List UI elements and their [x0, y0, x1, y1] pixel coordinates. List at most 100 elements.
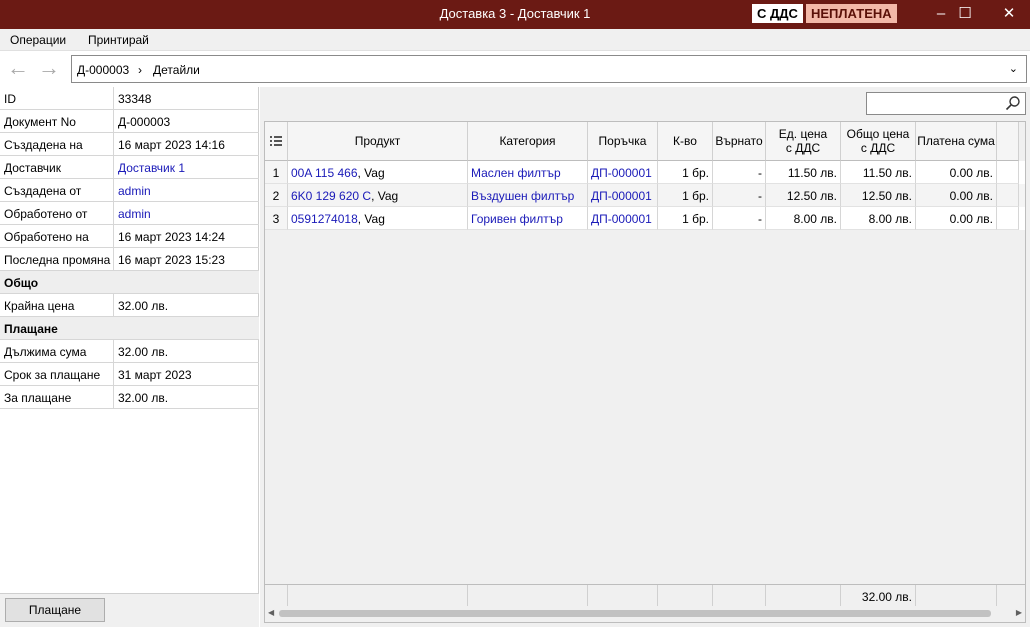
prop-row-due-amount: Дължима сума 32.00 лв. [0, 340, 259, 363]
left-footer: Плащане [0, 593, 259, 627]
header-qty[interactable]: К-во [658, 122, 713, 161]
section-title: Плащане [4, 322, 58, 336]
column-list-icon[interactable] [270, 135, 282, 147]
header-line: Общо цена [846, 127, 910, 141]
extra-cell [997, 184, 1019, 207]
prop-row-payment-term: Срок за плащане 31 март 2023 [0, 363, 259, 386]
prop-value: 32.00 лв. [118, 345, 169, 359]
row-number: 1 [265, 161, 288, 184]
header-extra [997, 122, 1019, 161]
forward-arrow-icon[interactable]: → [38, 57, 60, 79]
prop-label: Обработено от [4, 207, 88, 221]
scroll-right-icon[interactable]: ▶ [1016, 608, 1022, 617]
chevron-down-icon[interactable]: ⌄ [1009, 62, 1018, 75]
breadcrumb[interactable]: Д-000003 › Детайли ⌄ [71, 55, 1027, 83]
menu-print[interactable]: Принтирай [88, 33, 149, 47]
scrollbar-thumb[interactable] [279, 610, 991, 617]
order-link[interactable]: ДП-000001 [588, 207, 658, 230]
horizontal-scrollbar[interactable]: ◀ ▶ [265, 606, 1025, 622]
prop-value: 16 март 2023 15:23 [118, 253, 225, 267]
menu-bar: Операции Принтирай [0, 29, 1030, 51]
prop-row-to-pay: За плащане 32.00 лв. [0, 386, 259, 409]
header-line: с ДДС [860, 141, 896, 155]
qty-cell: 1 бр. [658, 207, 713, 230]
header-total[interactable]: Общо цена с ДДС [841, 122, 916, 161]
total-cell: 11.50 лв. [841, 161, 916, 184]
table-row[interactable]: 2 6K0 129 620 C, Vag Въздушен филтър ДП-… [265, 184, 1025, 207]
back-arrow-icon[interactable]: ← [7, 57, 29, 79]
total-cell: 8.00 лв. [841, 207, 916, 230]
prop-row-final-price: Крайна цена 32.00 лв. [0, 294, 259, 317]
header-product[interactable]: Продукт [288, 122, 468, 161]
payment-button[interactable]: Плащане [5, 598, 105, 622]
scroll-left-icon[interactable]: ◀ [268, 608, 274, 617]
menu-operations[interactable]: Операции [10, 33, 66, 47]
product-link[interactable]: 6K0 129 620 C [291, 189, 371, 203]
breadcrumb-document[interactable]: Д-000003 [77, 63, 129, 77]
header-order[interactable]: Поръчка [588, 122, 658, 161]
unit-price-cell: 8.00 лв. [766, 207, 841, 230]
row-number: 2 [265, 184, 288, 207]
product-link[interactable]: 0591274018 [291, 212, 358, 226]
prop-label: Създадена на [4, 138, 83, 152]
breadcrumb-page: Детайли [153, 63, 200, 77]
prop-label: Документ No [4, 115, 76, 129]
unit-price-cell: 11.50 лв. [766, 161, 841, 184]
product-link[interactable]: 00A 115 466 [291, 166, 358, 180]
properties-pane: ID 33348 Документ No Д-000003 Създадена … [0, 87, 259, 627]
supplier-link[interactable]: Доставчик 1 [118, 161, 185, 175]
returned-cell: - [713, 207, 766, 230]
prop-row-processed-by: Обработено от admin [0, 202, 259, 225]
totals-row: 32.00 лв. [265, 584, 1025, 607]
search-input[interactable] [866, 92, 1026, 115]
prop-row-created-by: Създадена от admin [0, 179, 259, 202]
product-brand: , Vag [371, 189, 399, 203]
prop-row-last-change: Последна промяна 16 март 2023 15:23 [0, 248, 259, 271]
prop-value: 16 март 2023 14:24 [118, 230, 225, 244]
items-grid: Продукт Категория Поръчка К-во Върнато Е… [264, 121, 1026, 623]
prop-value: Д-000003 [118, 115, 171, 129]
row-number: 3 [265, 207, 288, 230]
product-brand: , Vag [357, 166, 385, 180]
qty-cell: 1 бр. [658, 184, 713, 207]
title-bar: Доставка 3 - Доставчик 1 С ДДС НЕПЛАТЕНА… [0, 0, 1030, 29]
header-category[interactable]: Категория [468, 122, 588, 161]
product-brand: , Vag [357, 212, 385, 226]
prop-value: 16 март 2023 14:16 [118, 138, 225, 152]
section-title: Общо [4, 276, 39, 290]
prop-label: Доставчик [4, 161, 62, 175]
category-link[interactable]: Горивен филтър [468, 207, 588, 230]
order-link[interactable]: ДП-000001 [588, 184, 658, 207]
header-paid[interactable]: Платена сума [916, 122, 997, 161]
category-link[interactable]: Маслен филтър [468, 161, 588, 184]
search-icon[interactable] [1005, 95, 1021, 111]
vat-badge: С ДДС [752, 4, 803, 23]
prop-label: За плащане [4, 391, 72, 405]
processed-by-link[interactable]: admin [118, 207, 151, 221]
unit-price-cell: 12.50 лв. [766, 184, 841, 207]
paid-cell: 0.00 лв. [916, 184, 997, 207]
maximize-button[interactable]: ☐ [942, 0, 988, 29]
navigation-bar: ← → Д-000003 › Детайли ⌄ [0, 52, 1030, 86]
header-returned[interactable]: Върнато [713, 122, 766, 161]
qty-cell: 1 бр. [658, 161, 713, 184]
prop-label: Обработено на [4, 230, 89, 244]
prop-value: 33348 [118, 92, 152, 106]
breadcrumb-separator-icon: › [138, 63, 142, 77]
prop-label: Създадена от [4, 184, 82, 198]
column-chooser-header[interactable] [265, 122, 288, 161]
close-button[interactable]: ✕ [986, 0, 1030, 29]
returned-cell: - [713, 161, 766, 184]
prop-label: Дължима сума [4, 345, 87, 359]
category-link[interactable]: Въздушен филтър [468, 184, 588, 207]
created-by-link[interactable]: admin [118, 184, 151, 198]
header-line: с ДДС [785, 141, 821, 155]
paid-cell: 0.00 лв. [916, 161, 997, 184]
prop-label: Последна промяна [4, 253, 111, 267]
prop-row-processed-on: Обработено на 16 март 2023 14:24 [0, 225, 259, 248]
order-link[interactable]: ДП-000001 [588, 161, 658, 184]
table-row[interactable]: 1 00A 115 466, Vag Маслен филтър ДП-0000… [265, 161, 1025, 184]
table-row[interactable]: 3 0591274018, Vag Горивен филтър ДП-0000… [265, 207, 1025, 230]
header-unit-price[interactable]: Ед. цена с ДДС [766, 122, 841, 161]
grand-total: 32.00 лв. [861, 590, 912, 604]
